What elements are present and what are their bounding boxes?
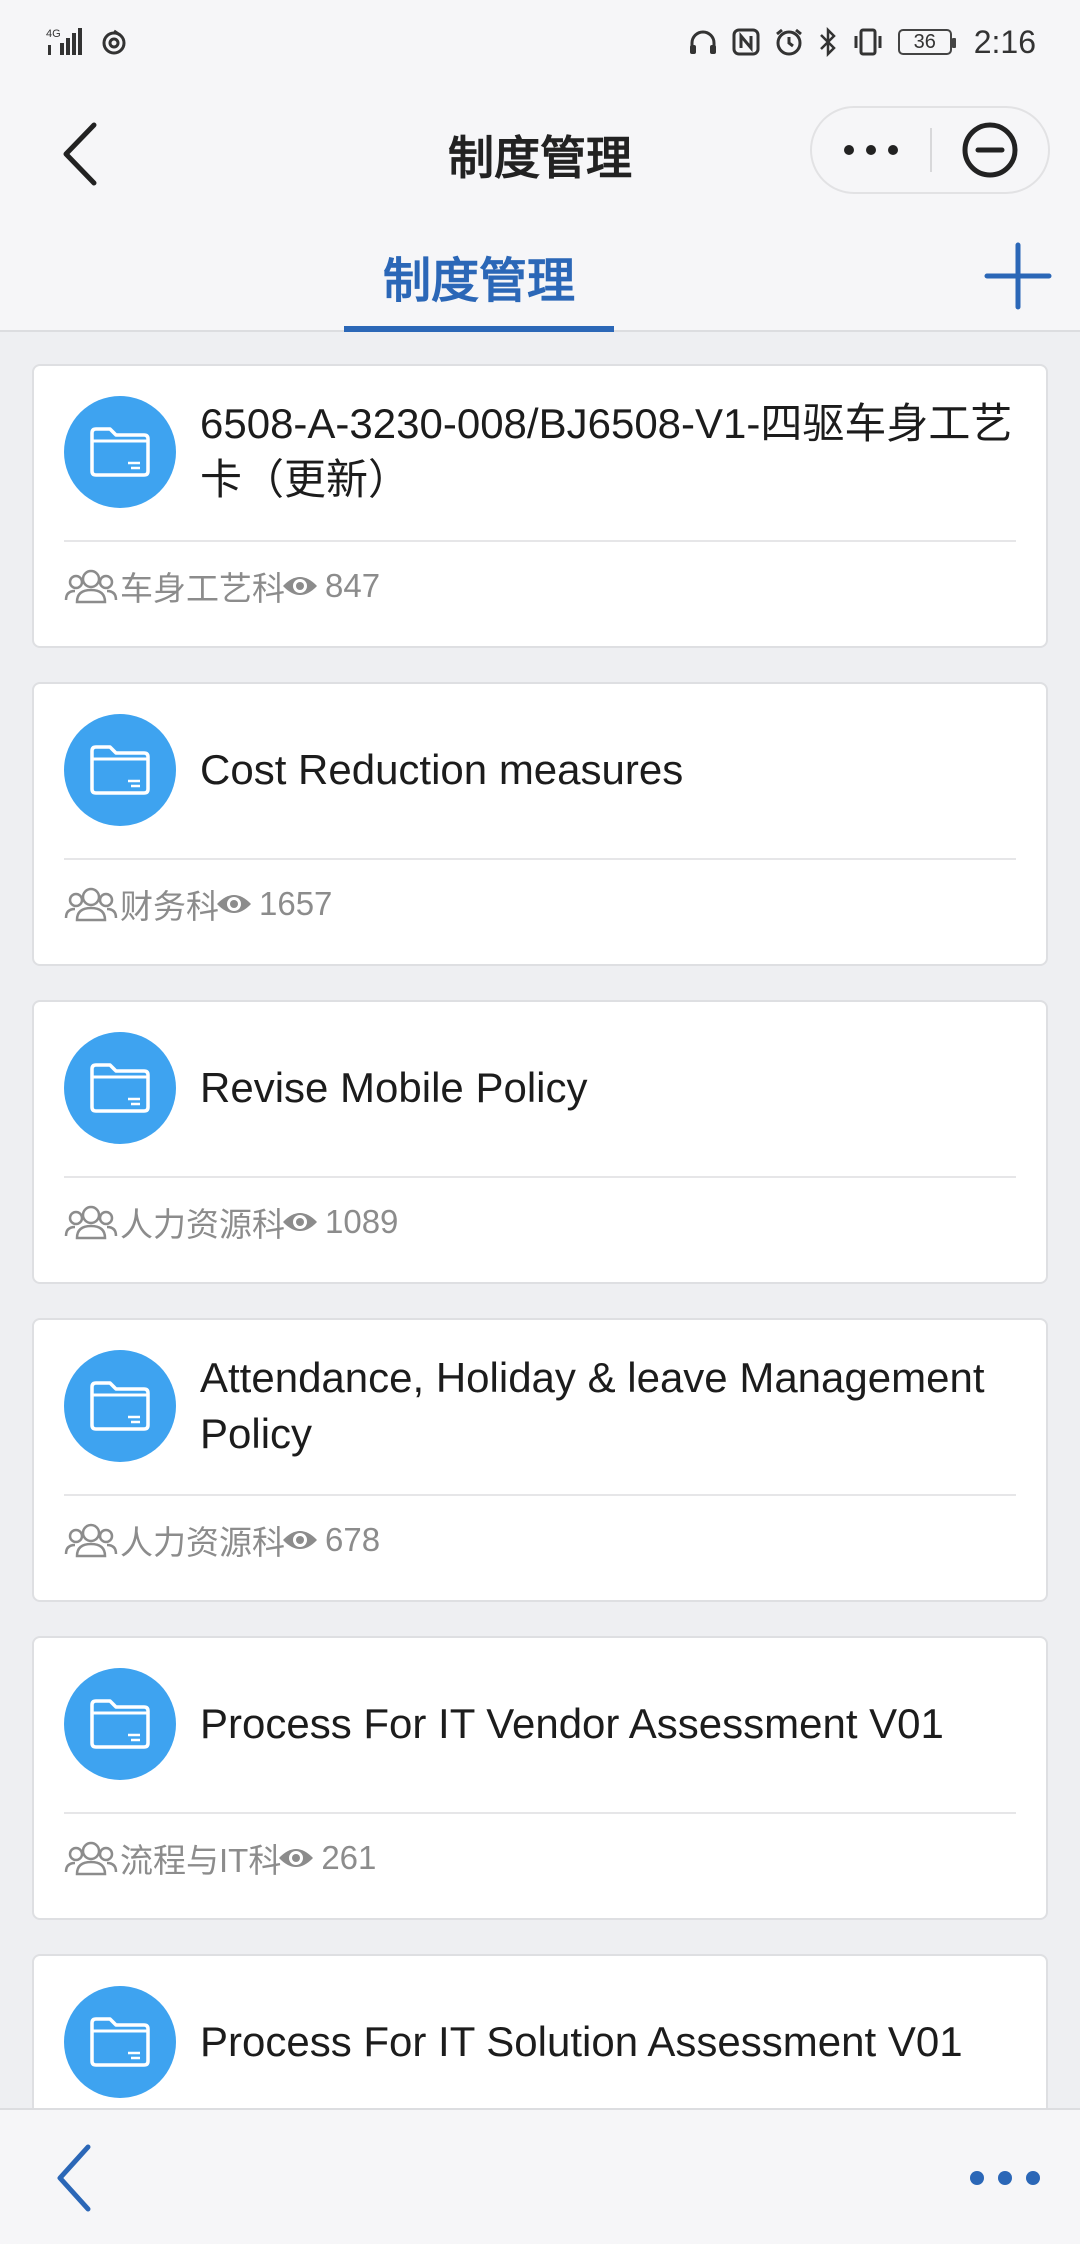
item-title: Process For IT Solution Assessment V01 <box>200 2018 963 2065</box>
divider <box>64 1176 1016 1178</box>
group-icon <box>64 884 118 924</box>
item-department: 流程与IT科 <box>120 1842 282 1879</box>
divider <box>64 1494 1016 1496</box>
nav-bar: 制度管理 <box>0 84 1080 220</box>
tab-policy-management[interactable]: 制度管理 <box>344 220 614 332</box>
list-item[interactable]: Process For IT Vendor Assessment V01 流程与… <box>32 1636 1048 1920</box>
more-dots-icon <box>844 145 898 155</box>
add-button[interactable] <box>980 238 1056 314</box>
headphones-icon <box>688 28 718 56</box>
item-department: 财务科 <box>120 888 219 925</box>
item-views: 261 <box>321 1839 377 1876</box>
svg-text:4G: 4G <box>46 28 61 40</box>
group-icon <box>64 1520 118 1560</box>
item-title: Attendance, Holiday & leave Management P… <box>200 1354 985 1457</box>
hotspot-icon <box>100 28 128 56</box>
item-title: 6508-A-3230-008/BJ6508-V1-四驱车身工艺卡（更新） <box>200 400 1013 503</box>
item-title: Revise Mobile Policy <box>200 1064 588 1111</box>
policy-list: 6508-A-3230-008/BJ6508-V1-四驱车身工艺卡（更新） 车身… <box>0 332 1080 2108</box>
folder-icon <box>64 714 176 826</box>
mini-program-capsule <box>810 106 1050 194</box>
item-department: 人力资源科 <box>120 1524 285 1561</box>
item-views: 847 <box>325 567 381 604</box>
group-icon <box>64 1202 118 1242</box>
eye-icon <box>281 572 319 600</box>
eye-icon <box>281 1208 319 1236</box>
item-department: 人力资源科 <box>120 1206 285 1243</box>
eye-icon <box>215 890 253 918</box>
bottom-more-button[interactable] <box>960 2146 1050 2210</box>
battery-icon: 36 <box>897 29 956 55</box>
list-item[interactable]: Revise Mobile Policy 人力资源科 1089 <box>32 1000 1048 1284</box>
tab-bar: 制度管理 <box>0 220 1080 332</box>
close-button[interactable] <box>932 108 1048 192</box>
group-icon <box>64 566 118 606</box>
alarm-icon <box>774 27 804 57</box>
item-views: 1657 <box>259 885 333 922</box>
divider <box>64 858 1016 860</box>
item-meta: 财务科 1657 <box>64 874 332 934</box>
status-time: 2:16 <box>973 23 1036 60</box>
list-item[interactable]: 6508-A-3230-008/BJ6508-V1-四驱车身工艺卡（更新） 车身… <box>32 364 1048 648</box>
item-meta: 车身工艺科 847 <box>64 556 380 616</box>
bottom-bar <box>0 2108 1080 2244</box>
bluetooth-icon <box>818 27 838 57</box>
vibrate-icon <box>852 27 884 57</box>
list-item[interactable]: Process For IT Solution Assessment V01 <box>32 1954 1048 2108</box>
more-dots-icon <box>970 2171 1040 2185</box>
nfc-icon <box>732 28 760 56</box>
item-views: 1089 <box>325 1203 399 1240</box>
item-meta: 流程与IT科 261 <box>64 1828 376 1888</box>
eye-icon <box>281 1526 319 1554</box>
status-bar: 4G 36 2:16 <box>0 0 1080 84</box>
signal-icon: 4G <box>46 25 86 59</box>
bottom-back-button[interactable] <box>44 2138 104 2218</box>
folder-icon <box>64 1350 176 1462</box>
more-button[interactable] <box>812 108 930 192</box>
item-views: 678 <box>325 1521 381 1558</box>
item-meta: 人力资源科 1089 <box>64 1192 398 1252</box>
divider <box>64 1812 1016 1814</box>
item-department: 车身工艺科 <box>120 570 285 607</box>
item-title: Process For IT Vendor Assessment V01 <box>200 1700 944 1747</box>
eye-icon <box>277 1844 315 1872</box>
folder-icon <box>64 1032 176 1144</box>
folder-icon <box>64 1668 176 1780</box>
chevron-left-icon <box>57 2144 91 2212</box>
group-icon <box>64 1838 118 1878</box>
plus-icon <box>984 242 1052 310</box>
list-item[interactable]: Cost Reduction measures 财务科 1657 <box>32 682 1048 966</box>
circle-minus-icon <box>962 122 1018 178</box>
folder-icon <box>64 1986 176 2098</box>
item-meta: 人力资源科 678 <box>64 1510 380 1570</box>
folder-icon <box>64 396 176 508</box>
item-title: Cost Reduction measures <box>200 746 684 793</box>
divider <box>64 540 1016 542</box>
list-item[interactable]: Attendance, Holiday & leave Management P… <box>32 1318 1048 1602</box>
